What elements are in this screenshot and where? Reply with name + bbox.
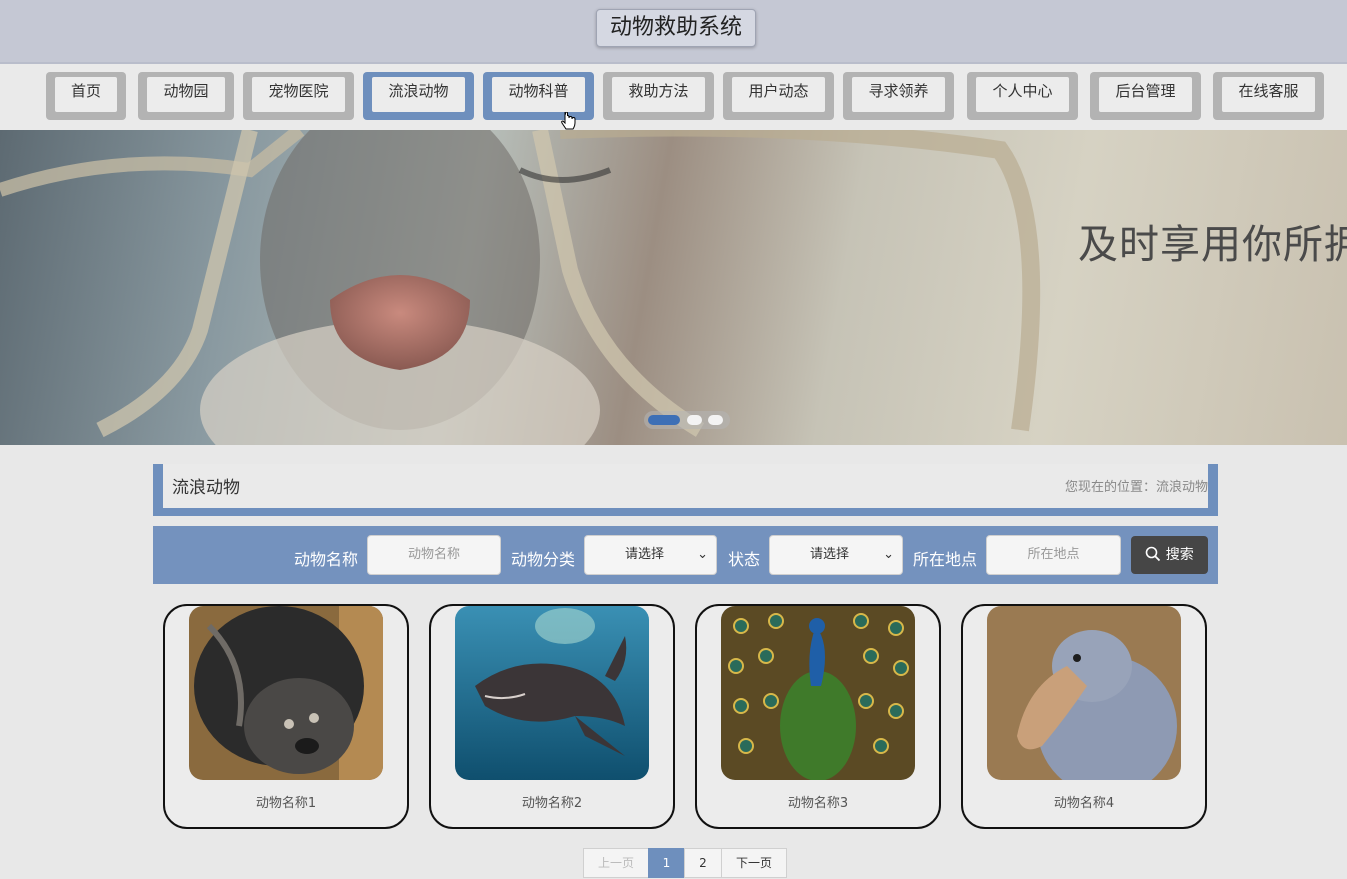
nav-item-animal-science[interactable]: 动物科普	[483, 72, 594, 120]
nav-item-label: 救助方法	[612, 77, 705, 112]
carousel-dot-3[interactable]	[708, 415, 723, 425]
animal-category-label: 动物分类	[511, 550, 576, 569]
animal-photo-whale	[455, 606, 649, 780]
animal-card-1[interactable]: 动物名称1	[163, 604, 409, 829]
location-input[interactable]: 所在地点	[986, 535, 1121, 575]
animal-card-name: 动物名称1	[255, 796, 317, 811]
banner-slogan: 及时享用你所拥	[1078, 222, 1347, 268]
carousel-indicators	[644, 411, 730, 429]
nav-item-label: 后台管理	[1099, 77, 1192, 112]
search-bar: 动物名称 动物名称 动物分类 请选择 ⌄ 状态 请选择 ⌄ 所在地点 所在地点 …	[153, 526, 1218, 584]
hand-cursor-icon	[561, 112, 576, 130]
nav-item-label: 在线客服	[1222, 77, 1315, 112]
status-select[interactable]: 请选择 ⌄	[769, 535, 903, 575]
search-icon	[1145, 546, 1161, 562]
nav-item-zoo[interactable]: 动物园	[138, 72, 234, 120]
nav-item-label: 用户动态	[732, 77, 825, 112]
page-button-2[interactable]: 2	[684, 848, 722, 878]
search-button[interactable]: 搜索	[1131, 536, 1208, 574]
nav-item-label: 宠物医院	[252, 77, 345, 112]
animal-card-name: 动物名称3	[787, 796, 849, 811]
nav-item-stray-animals[interactable]: 流浪动物	[363, 72, 474, 120]
carousel-dot-2[interactable]	[687, 415, 702, 425]
banner-carousel[interactable]: 及时享用你所拥	[0, 130, 1347, 445]
chevron-down-icon: ⌄	[883, 547, 894, 562]
animal-photo-binturong	[189, 606, 383, 780]
nav-item-rescue-methods[interactable]: 救助方法	[603, 72, 714, 120]
prev-page-button[interactable]: 上一页	[583, 848, 649, 878]
site-header: 动物救助系统	[0, 0, 1347, 64]
section-title: 流浪动物	[172, 478, 240, 498]
nav-item-label: 个人中心	[976, 77, 1069, 112]
page-button-1[interactable]: 1	[648, 848, 685, 878]
animal-name-label: 动物名称	[294, 550, 359, 569]
nav-item-label: 动物科普	[492, 77, 585, 112]
animal-photo-shoebill	[987, 606, 1181, 780]
animal-card-4[interactable]: 动物名称4	[961, 604, 1207, 829]
nav-item-label: 动物园	[147, 77, 225, 112]
banner-cat-image	[0, 130, 1041, 445]
status-label: 状态	[728, 550, 761, 569]
nav-item-user-updates[interactable]: 用户动态	[723, 72, 834, 120]
nav-item-label: 首页	[55, 77, 117, 112]
nav-item-home[interactable]: 首页	[46, 72, 126, 120]
breadcrumb: 您现在的位置：流浪动物	[1064, 480, 1208, 495]
location-label: 所在地点	[913, 550, 978, 569]
animal-card-name: 动物名称2	[521, 796, 583, 811]
nav-item-pet-hospital[interactable]: 宠物医院	[243, 72, 354, 120]
nav-item-online-service[interactable]: 在线客服	[1213, 72, 1324, 120]
nav-item-adoption[interactable]: 寻求领养	[843, 72, 954, 120]
carousel-dot-1[interactable]	[648, 415, 680, 425]
nav-item-label: 流浪动物	[372, 77, 465, 112]
search-button-label: 搜索	[1165, 547, 1194, 563]
animal-category-value: 请选择	[625, 547, 665, 562]
site-title: 动物救助系统	[596, 9, 756, 47]
animal-name-input[interactable]: 动物名称	[367, 535, 501, 575]
animal-card-name: 动物名称4	[1053, 796, 1115, 811]
section-header: 流浪动物 您现在的位置：流浪动物	[153, 464, 1218, 516]
chevron-down-icon: ⌄	[697, 547, 708, 562]
animal-category-select[interactable]: 请选择 ⌄	[584, 535, 717, 575]
status-value: 请选择	[810, 547, 850, 562]
main-nav: 首页 动物园 宠物医院 流浪动物 动物科普 救助方法 用户动态 寻求领养 个人中…	[0, 64, 1347, 130]
nav-item-personal-center[interactable]: 个人中心	[967, 72, 1078, 120]
animal-card-2[interactable]: 动物名称2	[429, 604, 675, 829]
next-page-button[interactable]: 下一页	[721, 848, 787, 878]
animal-photo-peacock	[721, 606, 915, 780]
nav-item-admin[interactable]: 后台管理	[1090, 72, 1201, 120]
animal-card-3[interactable]: 动物名称3	[695, 604, 941, 829]
nav-item-label: 寻求领养	[852, 77, 945, 112]
